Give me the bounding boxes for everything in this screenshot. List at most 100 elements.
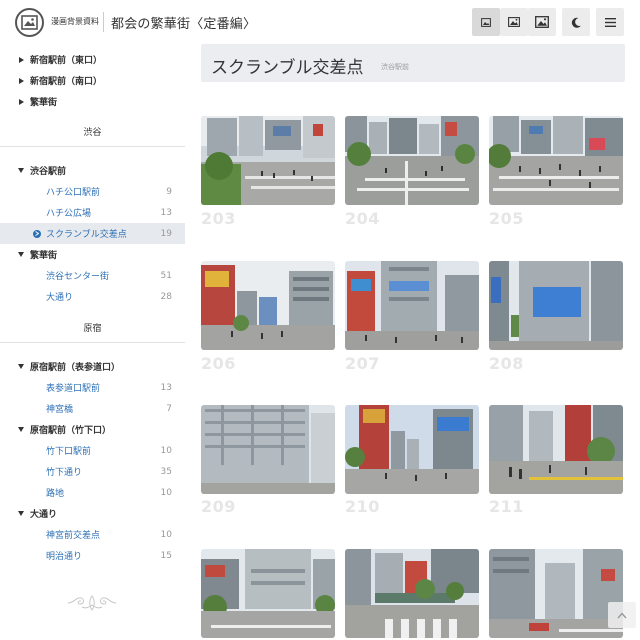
street-photo-image xyxy=(489,116,623,205)
photo-thumbnail[interactable] xyxy=(489,549,623,638)
photo-number: 209 xyxy=(201,497,236,516)
sidebar-group-shibuya-station[interactable]: 渋谷駅前 xyxy=(0,160,185,181)
sidebar-section-harajuku: 原宿 xyxy=(0,315,185,343)
sidebar-item-hachiko-exit[interactable]: ハチ公口駅前 9 xyxy=(0,181,185,202)
sidebar-item-takeshita-street[interactable]: 竹下通り 35 xyxy=(0,461,185,482)
photo-number: 205 xyxy=(489,209,524,228)
photo-number: 206 xyxy=(201,354,236,373)
view-medium-button[interactable] xyxy=(500,8,528,36)
caret-right-icon xyxy=(18,77,24,84)
sidebar-item-odori-shibuya[interactable]: 大通り 28 xyxy=(0,286,185,307)
sidebar-item-jingumae-crossing[interactable]: 神宮前交差点 10 xyxy=(0,524,185,545)
photo-number: 211 xyxy=(489,497,524,516)
caret-down-icon xyxy=(18,252,24,258)
sidebar-item-label: 渋谷センター街 xyxy=(46,272,110,282)
scroll-to-top-button[interactable] xyxy=(608,602,636,628)
photo-thumbnail[interactable] xyxy=(201,405,335,494)
item-count: 10 xyxy=(160,445,172,456)
menu-button[interactable] xyxy=(596,8,624,36)
hamburger-icon xyxy=(604,17,616,27)
street-photo-image xyxy=(201,549,335,638)
sidebar-item-label: ハチ公口駅前 xyxy=(46,188,101,198)
chevron-up-icon xyxy=(617,611,627,618)
sidebar-item-label: 明治通り xyxy=(46,552,83,562)
sidebar-item-shinjuku-hankagai[interactable]: 繁華街 xyxy=(0,91,185,112)
sidebar-item-alley[interactable]: 路地 10 xyxy=(0,482,185,503)
caret-down-icon xyxy=(18,168,24,174)
sidebar-item-label: 竹下口駅前 xyxy=(46,447,92,457)
item-count: 10 xyxy=(160,529,172,540)
street-photo-image xyxy=(489,261,623,350)
view-large-button[interactable] xyxy=(528,8,556,36)
photo-thumbnail[interactable] xyxy=(489,405,623,494)
flourish-ornament-icon xyxy=(67,595,117,611)
photo-thumbnail[interactable] xyxy=(345,116,479,205)
sidebar-group-shibuya-hankagai[interactable]: 繁華街 xyxy=(0,244,185,265)
header: 漫画背景資料 都会の繁華街〈定番編〉 xyxy=(0,0,640,44)
sidebar-group-harajuku-odori[interactable]: 大通り xyxy=(0,503,185,524)
item-count: 35 xyxy=(160,466,172,477)
street-photo-image xyxy=(201,405,335,494)
street-photo-image xyxy=(345,405,479,494)
dark-mode-button[interactable] xyxy=(562,8,590,36)
sidebar-item-label: 路地 xyxy=(46,489,65,499)
sidebar-item-omotesando-exit[interactable]: 表参道口駅前 13 xyxy=(0,377,185,398)
item-count: 9 xyxy=(166,186,172,197)
image-small-icon xyxy=(481,17,491,27)
item-count: 13 xyxy=(160,207,172,218)
sidebar: 新宿駅前（東口） 新宿駅前（南口） 繁華街 渋谷 渋谷駅前 ハチ公口駅前 9 ハ… xyxy=(0,44,185,640)
title-bar: スクランブル交差点 渋谷駅前 xyxy=(201,44,625,82)
sidebar-item-shinjuku-east[interactable]: 新宿駅前（東口） xyxy=(0,49,185,70)
caret-right-icon xyxy=(18,56,24,63)
sidebar-item-label: 大通り xyxy=(46,293,74,303)
caret-down-icon xyxy=(18,427,24,433)
photo-thumbnail[interactable] xyxy=(345,549,479,638)
item-count: 28 xyxy=(160,291,172,302)
sidebar-group-label: 繁華街 xyxy=(30,251,58,261)
sidebar-section-shibuya: 渋谷 xyxy=(0,119,185,147)
sidebar-item-center-gai[interactable]: 渋谷センター街 51 xyxy=(0,265,185,286)
sidebar-item-label: 表参道口駅前 xyxy=(46,384,101,394)
photo-thumbnail[interactable] xyxy=(201,549,335,638)
image-logo-icon xyxy=(21,15,38,30)
sidebar-group-label: 大通り xyxy=(30,510,58,520)
sidebar-item-label: スクランブル交差点 xyxy=(46,230,127,240)
sidebar-item-shinjuku-south[interactable]: 新宿駅前（南口） xyxy=(0,70,185,91)
street-photo-image xyxy=(201,116,335,205)
view-small-button[interactable] xyxy=(472,8,500,36)
street-photo-image xyxy=(489,549,623,638)
sidebar-group-harajuku-takeshita[interactable]: 原宿駅前（竹下口） xyxy=(0,419,185,440)
photo-thumbnail[interactable] xyxy=(345,261,479,350)
page-subtitle-breadcrumb[interactable]: 渋谷駅前 xyxy=(381,62,409,72)
sidebar-item-label: 新宿駅前（南口） xyxy=(30,77,103,87)
moon-icon xyxy=(571,17,581,28)
street-photo-image xyxy=(345,261,479,350)
sidebar-group-harajuku-omotesando[interactable]: 原宿駅前（表参道口） xyxy=(0,356,185,377)
sidebar-item-label: 新宿駅前（東口） xyxy=(30,56,103,66)
photo-number: 210 xyxy=(345,497,380,516)
photo-thumbnail[interactable] xyxy=(201,116,335,205)
street-photo-image xyxy=(345,549,479,638)
header-divider xyxy=(103,12,104,32)
item-count: 7 xyxy=(166,403,172,414)
site-logo[interactable] xyxy=(15,8,44,37)
photo-number: 203 xyxy=(201,209,236,228)
sidebar-item-scramble-crossing[interactable]: スクランブル交差点 19 xyxy=(0,223,185,244)
sidebar-group-label: 原宿駅前（竹下口） xyxy=(30,426,112,436)
photo-number: 208 xyxy=(489,354,524,373)
sidebar-item-hachiko-square[interactable]: ハチ公広場 13 xyxy=(0,202,185,223)
sidebar-item-jingu-bridge[interactable]: 神宮橋 7 xyxy=(0,398,185,419)
sidebar-item-meiji-dori[interactable]: 明治通り 15 xyxy=(0,545,185,566)
photo-thumbnail[interactable] xyxy=(345,405,479,494)
street-photo-image xyxy=(201,261,335,350)
sidebar-group-label: 原宿駅前（表参道口） xyxy=(30,363,121,373)
sidebar-item-takeshita-exit[interactable]: 竹下口駅前 10 xyxy=(0,440,185,461)
photo-thumbnail[interactable] xyxy=(201,261,335,350)
photo-number: 207 xyxy=(345,354,380,373)
site-name[interactable]: 漫画背景資料 xyxy=(51,16,99,27)
image-medium-icon xyxy=(508,17,520,27)
photo-thumbnail[interactable] xyxy=(489,116,623,205)
image-large-icon xyxy=(535,16,549,28)
photo-thumbnail[interactable] xyxy=(489,261,623,350)
caret-down-icon xyxy=(18,364,24,370)
